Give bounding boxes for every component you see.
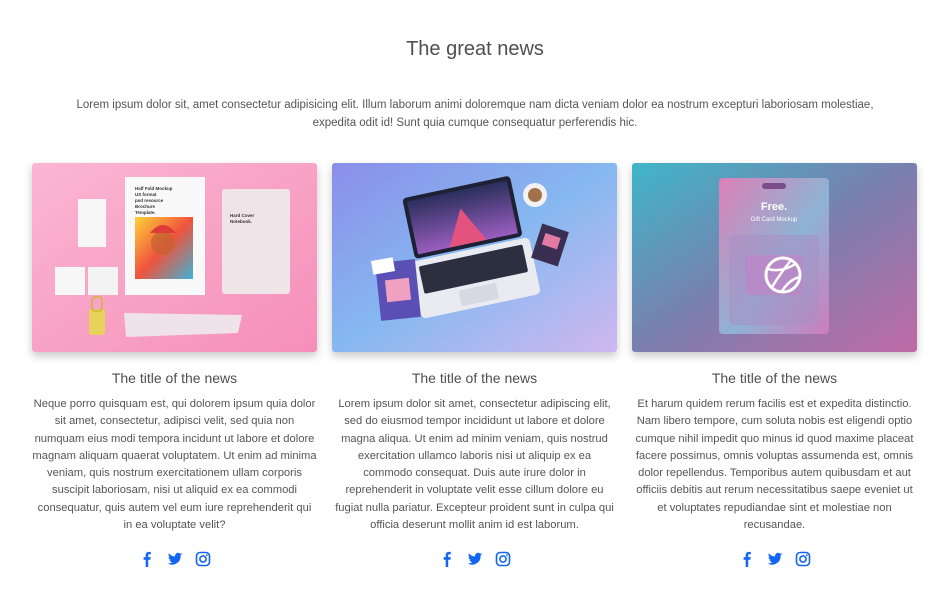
brochure-line: psd resource: [135, 198, 164, 203]
news-card-text: Et harum quidem rerum facilis est et exp…: [635, 398, 914, 532]
section-title: The great news: [406, 38, 544, 60]
brochure-line: Brochure: [135, 204, 156, 209]
social-links: [332, 551, 617, 567]
social-links: [32, 551, 317, 567]
facebook-icon[interactable]: [139, 551, 155, 567]
facebook-icon[interactable]: [439, 551, 455, 567]
twitter-icon[interactable]: [167, 551, 183, 567]
gift-card-headline: Free.: [761, 201, 787, 213]
news-card-title: The title of the news: [411, 370, 538, 386]
instagram-icon[interactable]: [795, 551, 811, 567]
instagram-icon[interactable]: [195, 551, 211, 567]
news-card-title: The title of the news: [711, 370, 838, 386]
news-card-title: The title of the news: [111, 370, 238, 386]
news-image-stationery[interactable]: Half Fold Mockup US format psd resource …: [32, 163, 317, 352]
gift-card-subline: Gift Card Mockup: [751, 217, 798, 223]
twitter-icon[interactable]: [767, 551, 783, 567]
notebook-line: Hard Cover: [230, 213, 255, 218]
twitter-icon[interactable]: [467, 551, 483, 567]
news-card: Free. Gift Card Mockup The title of the …: [632, 163, 917, 567]
social-links: [632, 551, 917, 567]
brochure-line: Template.: [135, 210, 156, 215]
instagram-icon[interactable]: [495, 551, 511, 567]
news-section: The great news Lorem ipsum dolor sit, am…: [0, 0, 950, 604]
news-card: The title of the news Lorem ipsum dolor …: [332, 163, 617, 567]
notebook-line: Notebook.: [230, 219, 252, 224]
news-card-text: Lorem ipsum dolor sit amet, consectetur …: [335, 398, 614, 532]
brochure-line: US format: [135, 192, 157, 197]
section-intro: Lorem ipsum dolor sit, amet consectetur …: [76, 99, 874, 129]
news-image-gift-card[interactable]: Free. Gift Card Mockup: [632, 163, 917, 352]
news-image-laptop[interactable]: [332, 163, 617, 352]
news-card-text: Neque porro quisquam est, qui dolorem ip…: [32, 398, 317, 532]
brochure-line: Half Fold Mockup: [135, 186, 173, 191]
news-card: Half Fold Mockup US format psd resource …: [32, 163, 317, 567]
facebook-icon[interactable]: [739, 551, 755, 567]
